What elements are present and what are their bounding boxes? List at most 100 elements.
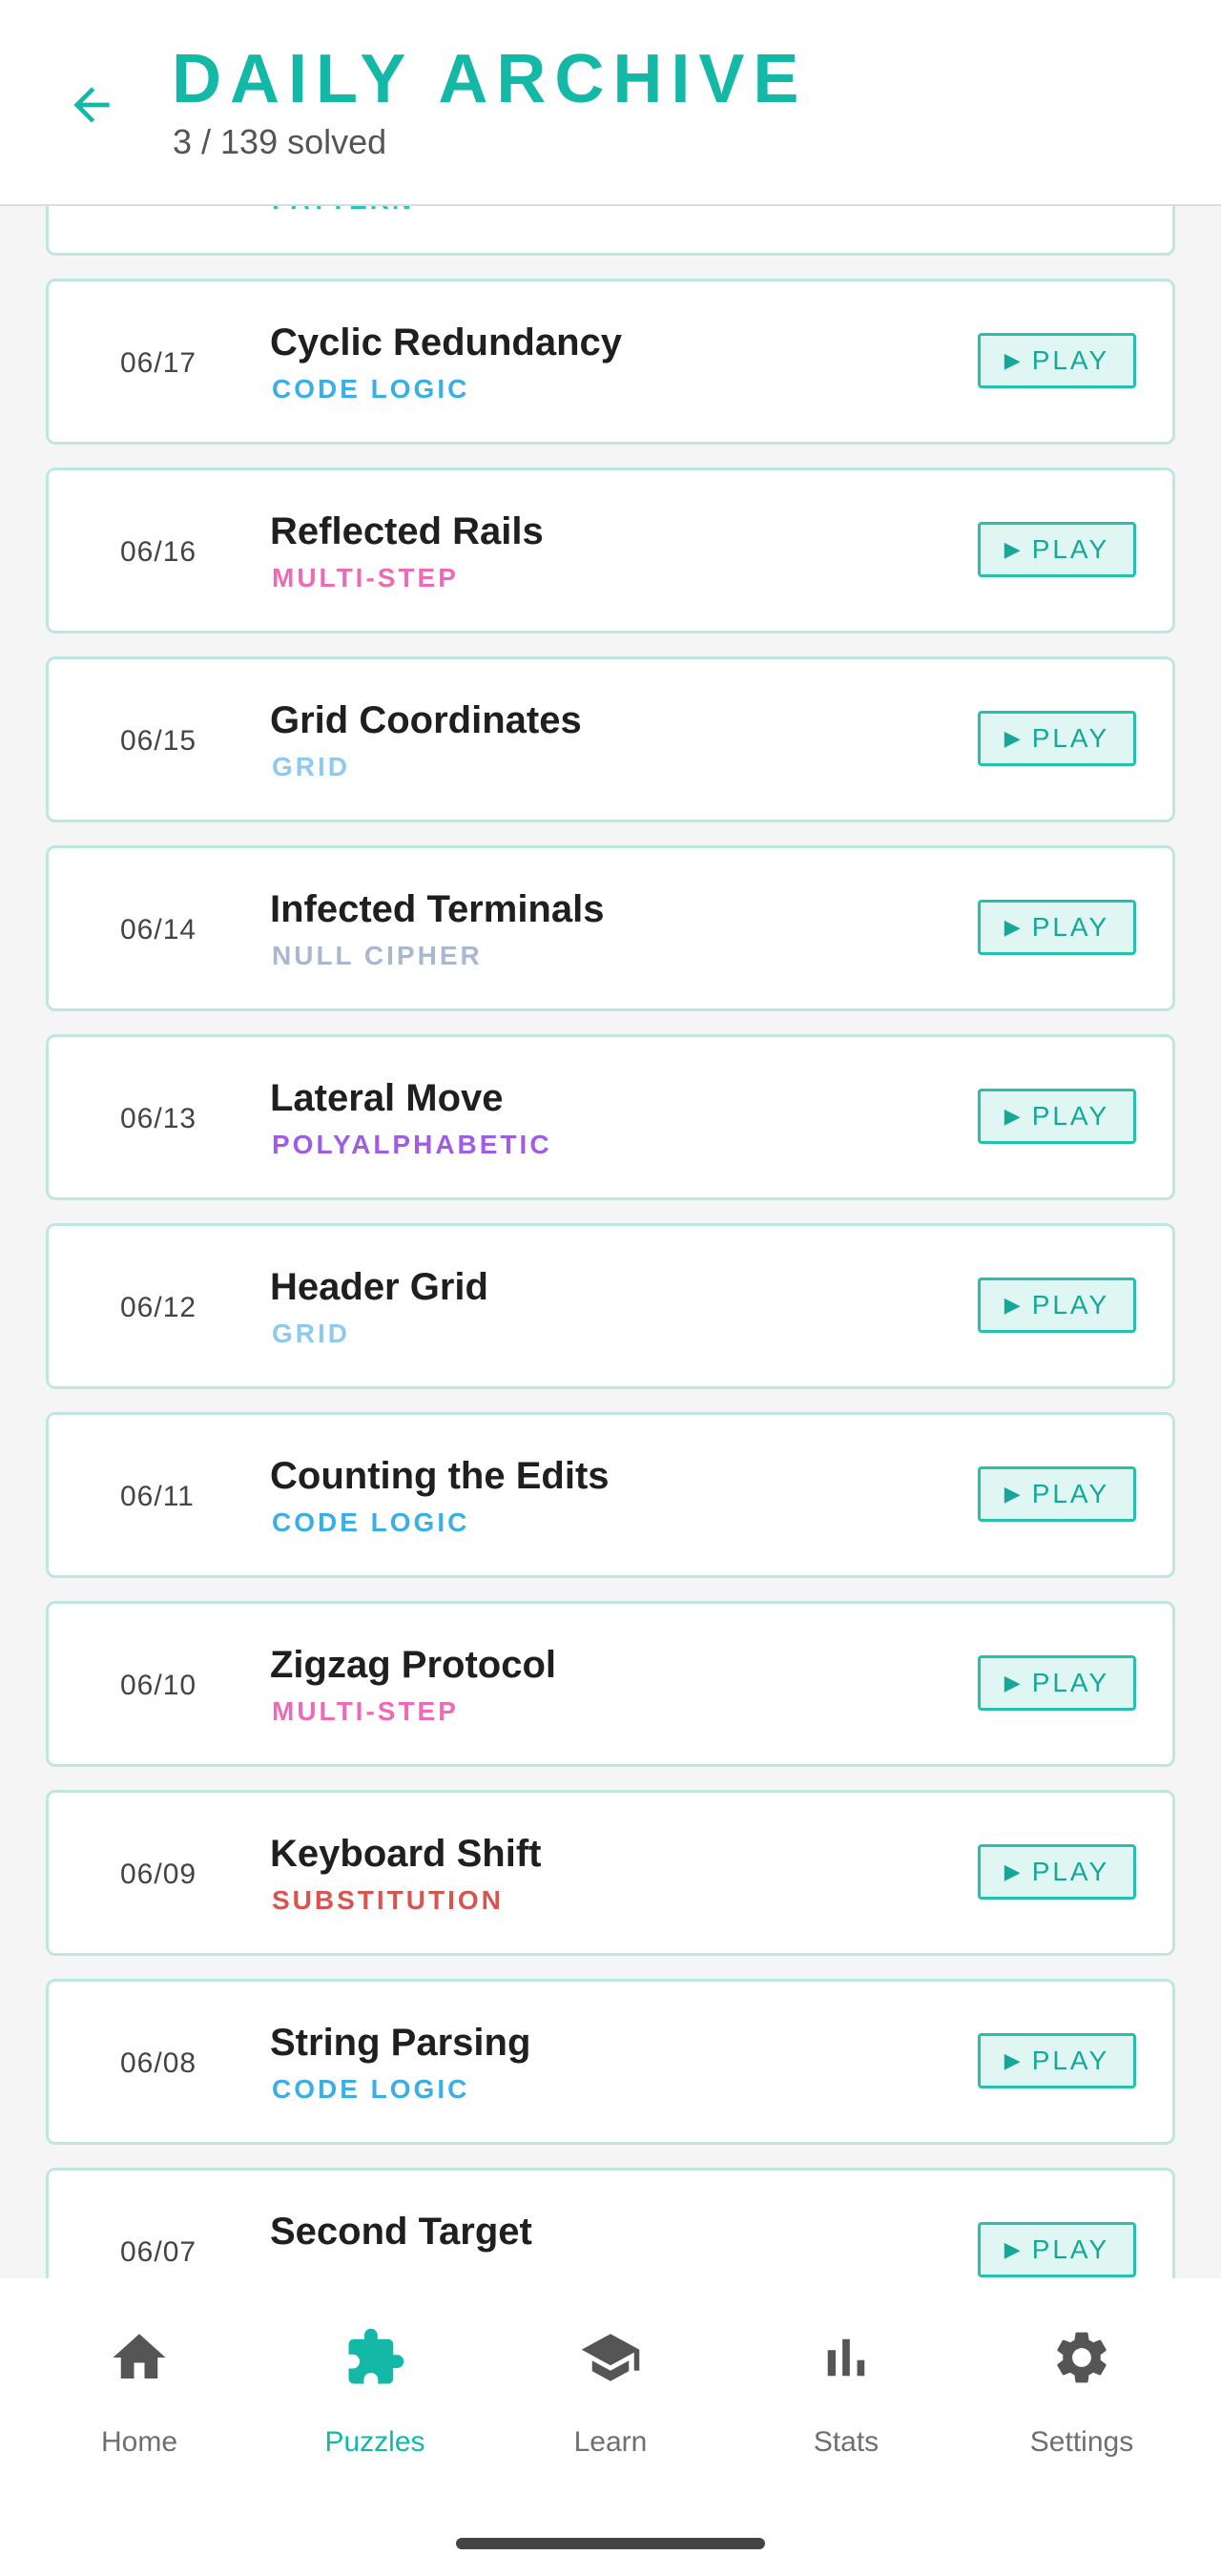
puzzle-category: POLYALPHABETIC: [272, 1130, 552, 1159]
play-label: PLAY: [1031, 912, 1110, 942]
play-button[interactable]: ▶ PLAY: [978, 2222, 1136, 2277]
puzzle-title: Keyboard Shift: [270, 1833, 542, 1875]
puzzle-card[interactable]: 06/16 Reflected Rails MULTI-STEP ▶ PLAY: [46, 467, 1175, 634]
puzzle-card[interactable]: 06/15 Grid Coordinates GRID ▶ PLAY: [46, 656, 1175, 822]
nav-stats[interactable]: Stats: [729, 2326, 963, 2488]
play-label: PLAY: [1031, 1479, 1110, 1508]
play-triangle-icon: ▶: [1004, 1859, 1021, 1883]
nav-home[interactable]: Home: [22, 2326, 257, 2488]
play-label: PLAY: [1031, 2046, 1110, 2075]
app-header: DAILY ARCHIVE 3 / 139 solved: [0, 0, 1221, 206]
puzzle-category: SUBSTITUTION: [272, 1885, 504, 1915]
puzzle-date: 06/13: [120, 1103, 197, 1134]
nav-label: Puzzles: [324, 2426, 425, 2458]
play-triangle-icon: ▶: [1004, 915, 1021, 939]
nav-label: Learn: [573, 2426, 648, 2458]
puzzle-category: PATTERN: [272, 206, 414, 217]
play-label: PLAY: [1031, 2234, 1110, 2264]
puzzle-card[interactable]: 06/10 Zigzag Protocol MULTI-STEP ▶ PLAY: [46, 1601, 1175, 1767]
play-triangle-icon: ▶: [1004, 726, 1021, 750]
nav-settings[interactable]: Settings: [964, 2326, 1199, 2488]
nav-label: Settings: [1029, 2426, 1134, 2458]
puzzle-card[interactable]: 06/17 Cyclic Redundancy CODE LOGIC ▶ PLAY: [46, 279, 1175, 445]
puzzle-date: 06/10: [120, 1670, 197, 1701]
puzzle-category: CODE LOGIC: [272, 374, 470, 404]
puzzle-title: Lateral Move: [270, 1077, 504, 1119]
solved-count: 3 / 139 solved: [173, 122, 387, 161]
puzzle-card[interactable]: 06/11 Counting the Edits CODE LOGIC ▶ PLAY: [46, 1412, 1175, 1578]
home-indicator[interactable]: [456, 2538, 765, 2549]
puzzle-date: 06/09: [120, 1859, 197, 1890]
play-label: PLAY: [1031, 1668, 1110, 1697]
home-icon: [113, 2334, 166, 2379]
puzzle-title: Grid Coordinates: [270, 699, 582, 741]
puzzle-list[interactable]: PATTERN▶PLAY06/17Cyclic RedundancyCODE L…: [0, 206, 1221, 2278]
puzzle-title: Reflected Rails: [270, 510, 544, 552]
puzzle-category: GRID: [272, 1319, 350, 1348]
puzzle-date: 06/08: [120, 2047, 197, 2079]
puzzle-title: Cyclic Redundancy: [270, 322, 623, 364]
play-label: PLAY: [1031, 723, 1110, 753]
play-label: PLAY: [1031, 1101, 1110, 1131]
play-triangle-icon: ▶: [1004, 2048, 1021, 2072]
puzzle-category: CODE LOGIC: [272, 1507, 470, 1537]
nav-label: Home: [100, 2426, 178, 2458]
puzzle-card[interactable]: 06/13 Lateral Move POLYALPHABETIC ▶ PLAY: [46, 1034, 1175, 1200]
puzzle-title: Infected Terminals: [270, 888, 605, 930]
puzzle-date: 06/17: [120, 347, 197, 379]
play-label: PLAY: [1031, 534, 1110, 564]
play-button[interactable]: ▶ PLAY: [978, 1278, 1136, 1333]
bottom-navigation: Home Puzzles Learn Stats Settings: [0, 2278, 1221, 2576]
play-button[interactable]: ▶ PLAY: [978, 333, 1136, 388]
play-triangle-icon: ▶: [1004, 2237, 1021, 2261]
graduation-cap-icon: [581, 2334, 640, 2381]
play-button[interactable]: ▶ PLAY: [978, 2033, 1136, 2088]
gear-icon: [1057, 2332, 1107, 2383]
play-button[interactable]: ▶ PLAY: [978, 1655, 1136, 1711]
play-triangle-icon: ▶: [1004, 1293, 1021, 1317]
play-label: PLAY: [1031, 345, 1110, 375]
puzzle-title: String Parsing: [270, 2022, 531, 2064]
play-label: PLAY: [1031, 1857, 1110, 1886]
nav-learn[interactable]: Learn: [493, 2326, 728, 2488]
puzzle-category: GRID: [272, 752, 350, 781]
puzzle-date: 06/15: [120, 725, 197, 757]
play-triangle-icon: ▶: [1004, 348, 1021, 372]
play-button[interactable]: ▶ PLAY: [978, 1466, 1136, 1522]
puzzle-card[interactable]: 06/12 Header Grid GRID ▶ PLAY: [46, 1223, 1175, 1389]
play-button[interactable]: ▶ PLAY: [978, 522, 1136, 577]
puzzle-card[interactable]: 06/07 Second Target ▶ PLAY: [46, 2168, 1175, 2278]
play-label: PLAY: [1031, 1290, 1110, 1319]
puzzle-card[interactable]: 06/14 Infected Terminals NULL CIPHER ▶ PLAY: [46, 845, 1175, 1011]
play-triangle-icon: ▶: [1004, 1482, 1021, 1506]
puzzle-date: 06/16: [120, 536, 197, 568]
puzzle-category: CODE LOGIC: [272, 2074, 470, 2104]
puzzle-icon: [348, 2328, 404, 2384]
play-button[interactable]: ▶ PLAY: [978, 900, 1136, 955]
puzzle-date: 06/11: [120, 1481, 195, 1512]
arrow-left-icon: [73, 87, 110, 123]
play-triangle-icon: ▶: [1004, 537, 1021, 561]
play-button[interactable]: ▶ PLAY: [978, 1844, 1136, 1900]
puzzle-title: Zigzag Protocol: [270, 1644, 556, 1686]
puzzle-card[interactable]: 06/08 String Parsing CODE LOGIC ▶ PLAY: [46, 1979, 1175, 2145]
play-button[interactable]: ▶ PLAY: [978, 1089, 1136, 1144]
puzzle-category: MULTI-STEP: [272, 563, 459, 592]
puzzle-title: Second Target: [270, 2211, 532, 2253]
bar-chart-icon: [827, 2338, 865, 2377]
play-button[interactable]: ▶ PLAY: [978, 711, 1136, 766]
nav-puzzles[interactable]: Puzzles: [258, 2326, 492, 2488]
page-title: DAILY ARCHIVE: [172, 41, 808, 117]
puzzle-card[interactable]: 06/09 Keyboard Shift SUBSTITUTION ▶ PLAY: [46, 1790, 1175, 1956]
puzzle-title: Header Grid: [270, 1266, 488, 1308]
puzzle-date: 06/07: [120, 2236, 197, 2268]
puzzle-card[interactable]: PATTERN▶PLAY: [46, 206, 1175, 256]
back-button[interactable]: [55, 69, 128, 141]
puzzle-date: 06/14: [120, 914, 197, 945]
play-triangle-icon: ▶: [1004, 1104, 1021, 1128]
puzzle-category: NULL CIPHER: [272, 941, 483, 970]
play-triangle-icon: ▶: [1004, 1671, 1021, 1694]
nav-label: Stats: [813, 2426, 880, 2458]
puzzle-category: MULTI-STEP: [272, 1696, 459, 1726]
puzzle-title: Counting the Edits: [270, 1455, 610, 1497]
